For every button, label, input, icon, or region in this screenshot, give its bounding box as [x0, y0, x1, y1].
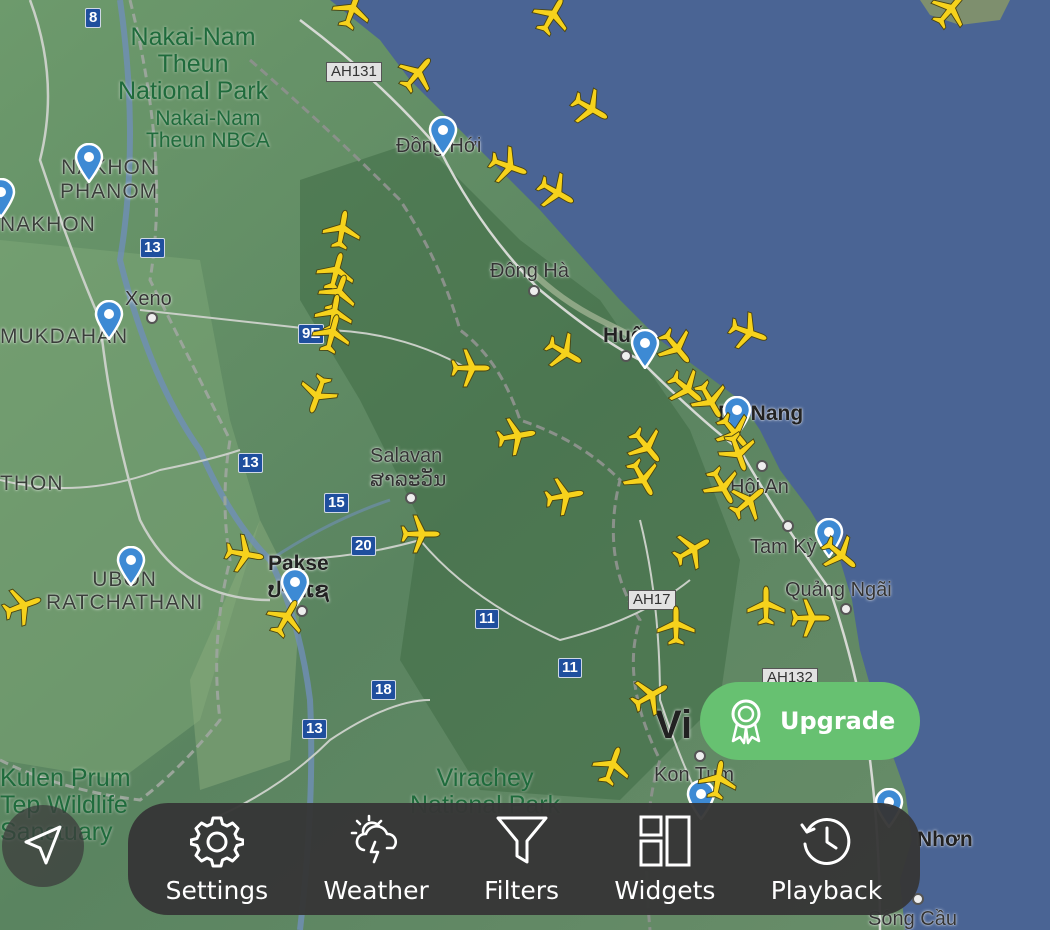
city-dot — [782, 520, 794, 532]
aircraft-marker[interactable] — [744, 584, 788, 628]
widgets-label: Widgets — [614, 875, 716, 905]
park-label-nakai-nam-theun: Nakai-Nam Theun National Park — [118, 24, 268, 105]
airplane-icon — [746, 585, 786, 626]
my-location-button[interactable] — [2, 805, 84, 887]
aircraft-marker[interactable] — [788, 596, 832, 640]
city-label-nhon: Nhơn — [917, 828, 973, 851]
playback-button[interactable]: Playback — [770, 814, 883, 905]
airport-pin[interactable] — [0, 177, 16, 220]
city-label-thon: THON — [0, 472, 64, 495]
city-dot — [146, 312, 158, 324]
filter-icon — [496, 816, 548, 863]
road-shield: 13 — [302, 719, 327, 739]
widgets-button[interactable]: Widgets — [614, 814, 715, 905]
park-name: Nakai-Nam Theun NBCA — [146, 107, 270, 152]
airplane-icon — [543, 477, 585, 517]
city-label-xeno: Xeno — [125, 288, 172, 310]
airplane-icon — [790, 598, 831, 638]
aircraft-marker[interactable] — [219, 529, 270, 580]
airport-pin[interactable] — [74, 142, 104, 185]
aircraft-marker[interactable] — [539, 471, 590, 522]
weather-icon — [350, 814, 398, 863]
widgets-icon — [639, 815, 691, 866]
map-pin-icon — [428, 115, 458, 158]
park-name: Nakai-Nam Theun National Park — [118, 23, 269, 105]
airport-pin[interactable] — [116, 545, 146, 588]
filters-label: Filters — [484, 875, 560, 905]
road-shield: 18 — [371, 680, 396, 700]
road-shield: 11 — [475, 609, 499, 629]
settings-button[interactable]: Settings — [165, 814, 269, 905]
road-shield: 11 — [558, 658, 582, 678]
flight-map-app: Nakai-Nam Theun National Park Nakai-Nam The… — [0, 0, 1050, 930]
airport-pin[interactable] — [94, 299, 124, 342]
airplane-icon — [400, 514, 441, 554]
airplane-icon — [495, 417, 537, 457]
map-pin-icon — [74, 142, 104, 185]
map-pin-icon — [0, 177, 16, 220]
road-shield: 20 — [351, 536, 376, 556]
weather-label: Weather — [323, 875, 429, 905]
city-dot — [840, 603, 852, 615]
aircraft-marker[interactable] — [693, 755, 744, 806]
aircraft-marker[interactable] — [654, 604, 698, 648]
airport-pin[interactable] — [428, 115, 458, 158]
aircraft-marker[interactable] — [398, 512, 442, 556]
city-label-salavan: Salavan — [370, 445, 443, 467]
airplane-icon — [450, 348, 491, 388]
playback-label: Playback — [770, 875, 883, 905]
park-label-nakai-nam-theun-nbca: Nakai-Nam Theun NBCA — [146, 108, 270, 152]
road-shield: 15 — [324, 493, 349, 513]
city-dot — [405, 492, 417, 504]
airplane-icon — [223, 533, 265, 573]
city-label-tam-ky: Tam Kỳ — [750, 536, 817, 558]
playback-icon — [800, 817, 850, 865]
airplane-icon — [656, 605, 696, 646]
upgrade-button[interactable]: Upgrade — [700, 682, 920, 760]
city-label-salavan-lao: ສາລະວັນ — [370, 469, 447, 491]
weather-button[interactable]: Weather — [324, 814, 429, 905]
settings-label: Settings — [165, 875, 269, 905]
gear-icon — [189, 816, 244, 867]
highway-shield: AH131 — [326, 62, 382, 82]
road-shield: 13 — [140, 238, 165, 258]
aircraft-marker[interactable] — [491, 411, 542, 462]
aircraft-marker[interactable] — [448, 346, 492, 390]
award-ribbon-icon — [731, 699, 761, 745]
upgrade-label: Upgrade — [780, 707, 896, 735]
road-shield: 13 — [238, 453, 263, 473]
navigation-arrow-icon — [24, 825, 62, 865]
map-pin-icon — [116, 545, 146, 588]
bottom-toolbar: Settings Weather Filters Widgets Playbac… — [128, 803, 920, 915]
map-pin-icon — [94, 299, 124, 342]
city-dot — [528, 285, 540, 297]
city-label-dong-ha: Đông Hà — [490, 260, 569, 282]
filters-button[interactable]: Filters — [484, 814, 559, 905]
airplane-icon — [697, 759, 737, 801]
road-shield: 8 — [85, 8, 102, 28]
